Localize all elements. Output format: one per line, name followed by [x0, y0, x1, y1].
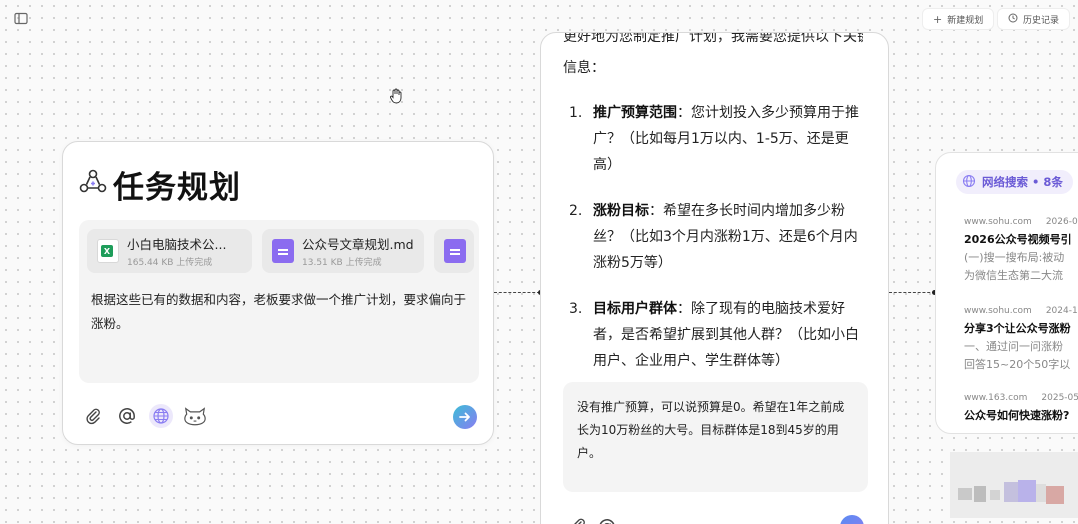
- question-label: 涨粉目标: [593, 203, 649, 219]
- history-button[interactable]: 历史记录: [997, 8, 1071, 30]
- file-name: 公众号文章规划.md: [302, 237, 414, 252]
- list-item: 2. 涨粉目标：希望在多长时间内增加多少粉丝？（比如3个月内涨粉1万、还是6个月…: [569, 198, 869, 276]
- chat-input-toolbar: [569, 517, 617, 524]
- list-item: 1. 推广预算范围：您计划投入多少预算用于推广？（比如每月1万以内、1-5万、还…: [569, 100, 869, 178]
- page-title: 任务规划: [113, 170, 241, 206]
- search-result-item[interactable]: www.sohu.com 2024-10-1 分享3个让公众号涨粉 一、通过问一问…: [964, 306, 1078, 374]
- user-reply-input[interactable]: 没有推广预算，可以说预算是0。希望在1年之前成长为10万粉丝的大号。目标群体是1…: [563, 382, 868, 492]
- new-plan-label: 新建规划: [947, 15, 984, 26]
- result-date: 2026-03-2: [1045, 217, 1078, 227]
- list-number: 3.: [569, 301, 583, 317]
- connector-line: [889, 292, 935, 293]
- result-domain: www.163.com: [964, 393, 1028, 403]
- document-file-icon: [444, 239, 466, 263]
- file-attachment[interactable]: X 小白电脑技术公... 165.44 KB 上传完成: [87, 229, 252, 273]
- task-input-area[interactable]: X 小白电脑技术公... 165.44 KB 上传完成 公众号文章规划.md 1…: [79, 220, 479, 383]
- at-mention-icon[interactable]: [115, 404, 139, 428]
- new-plan-button[interactable]: + 新建规划: [922, 8, 995, 30]
- send-button[interactable]: [453, 405, 477, 429]
- chat-send-button[interactable]: [840, 515, 864, 524]
- agent-mascot-icon[interactable]: [183, 404, 207, 428]
- assistant-message-cut-line: 更好地为您制定推广计划，我需要您提供以下关键: [563, 32, 863, 45]
- file-name: 小白电脑技术公...: [127, 237, 227, 252]
- list-number: 1.: [569, 105, 583, 121]
- paperclip-icon[interactable]: [81, 404, 105, 428]
- result-title: 公众号如何快速涨粉?: [964, 409, 1070, 422]
- search-result-item[interactable]: www.163.com 2025-05-06 公众号如何快速涨粉?: [964, 393, 1078, 423]
- web-search-header[interactable]: 网络搜索 • 8条: [956, 170, 1073, 194]
- attached-files: X 小白电脑技术公... 165.44 KB 上传完成 公众号文章规划.md 1…: [87, 229, 474, 273]
- question-text: 涨粉目标：希望在多长时间内增加多少粉丝？（比如3个月内涨粉1万、还是6个月内涨粉…: [593, 198, 869, 276]
- input-toolbar: [81, 404, 207, 428]
- connector-line: [494, 292, 540, 293]
- list-item: 3. 目标用户群体：除了现有的电脑技术爱好者，是否希望扩展到其他人群？（比如小白…: [569, 296, 869, 374]
- question-label: 目标用户群体: [593, 301, 677, 317]
- list-number: 2.: [569, 203, 583, 219]
- question-text: 推广预算范围：您计划投入多少预算用于推广？（比如每月1万以内、1-5万、还是更高…: [593, 100, 869, 178]
- file-attachment[interactable]: 公众号文章规划.md 13.51 KB 上传完成: [262, 229, 424, 273]
- result-title: 2026公众号视频号引: [964, 233, 1072, 246]
- question-text: 目标用户群体：除了现有的电脑技术爱好者，是否希望扩展到其他人群？（比如小白用户、…: [593, 296, 869, 374]
- clock-icon: [1008, 13, 1018, 26]
- history-label: 历史记录: [1023, 15, 1060, 26]
- file-attachment[interactable]: [434, 229, 474, 273]
- result-snippet: (一)搜一搜布局:被动 为微信生态第二大流: [964, 251, 1065, 282]
- assistant-chat-card: 更好地为您制定推广计划，我需要您提供以下关键 信息： 1. 推广预算范围：您计划…: [540, 32, 889, 524]
- file-meta: 13.51 KB 上传完成: [302, 258, 382, 268]
- result-snippet: 一、通过问一问涨粉 回答15~20个50字以: [964, 340, 1071, 371]
- task-prompt-text: 根据这些已有的数据和内容，老板要求做一个推广计划，要求偏向于涨粉。: [91, 292, 467, 331]
- sidebar-toggle-icon[interactable]: [14, 11, 30, 25]
- assistant-message-intro: 信息：: [563, 60, 605, 76]
- excel-file-icon: X: [97, 239, 119, 263]
- web-search-results-card: 网络搜索 • 8条 www.sohu.com 2026-03-2 2026公众号视…: [935, 152, 1078, 434]
- hand-cursor-icon: [389, 88, 403, 108]
- file-meta: 165.44 KB 上传完成: [127, 258, 213, 268]
- document-file-icon: [272, 239, 294, 263]
- globe-icon: [962, 174, 976, 191]
- web-search-globe-icon[interactable]: [149, 404, 173, 428]
- result-domain: www.sohu.com: [964, 217, 1032, 227]
- question-label: 推广预算范围: [593, 105, 677, 121]
- question-list: 1. 推广预算范围：您计划投入多少预算用于推广？（比如每月1万以内、1-5万、还…: [569, 100, 869, 394]
- result-domain: www.sohu.com: [964, 306, 1032, 316]
- search-result-item[interactable]: www.sohu.com 2026-03-2 2026公众号视频号引 (一)搜一搜…: [964, 217, 1078, 285]
- result-date: 2025-05-06: [1041, 393, 1078, 403]
- task-planning-card: 任务规划 X 小白电脑技术公... 165.44 KB 上传完成 公众号文章规划…: [62, 141, 494, 445]
- result-date: 2024-10-1: [1045, 306, 1078, 316]
- plus-icon: +: [933, 12, 943, 26]
- blurred-thumbnail: [950, 452, 1078, 518]
- at-mention-icon[interactable]: [597, 517, 617, 524]
- web-search-header-label: 网络搜索 • 8条: [982, 175, 1063, 189]
- task-planning-icon: [79, 168, 107, 198]
- result-title: 分享3个让公众号涨粉: [964, 322, 1071, 335]
- paperclip-icon[interactable]: [569, 517, 587, 524]
